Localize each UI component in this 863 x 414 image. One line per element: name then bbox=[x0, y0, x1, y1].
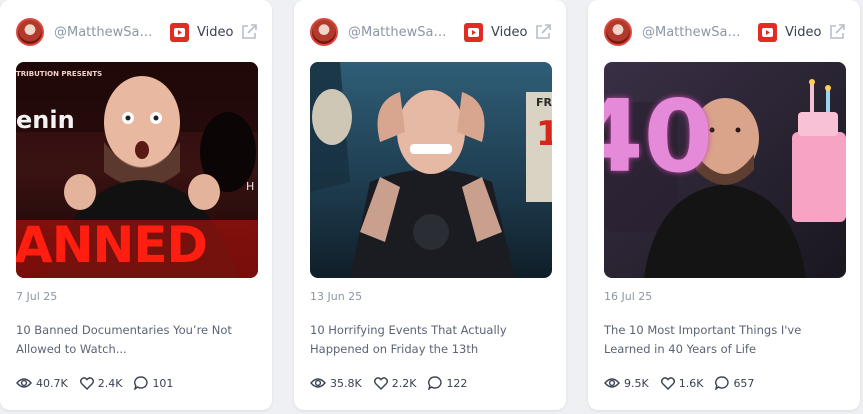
content-type-label: Video bbox=[197, 24, 234, 40]
post-card[interactable]: @MatthewSant... Video bbox=[294, 0, 566, 410]
views-stat: 9.5K bbox=[604, 377, 649, 390]
likes-stat: 2.2K bbox=[373, 376, 417, 390]
external-link-icon[interactable] bbox=[240, 23, 258, 41]
thumbnail-caption: H bbox=[246, 180, 255, 193]
post-card[interactable]: @MatthewSant... Video bbox=[0, 0, 272, 410]
post-date: 7 Jul 25 bbox=[16, 290, 58, 303]
views-stat: 40.7K bbox=[16, 377, 68, 390]
card-header: @MatthewSant... Video bbox=[310, 17, 552, 47]
comments-stat: 122 bbox=[428, 376, 467, 390]
views-count: 9.5K bbox=[624, 376, 649, 390]
external-link-icon[interactable] bbox=[828, 23, 846, 41]
likes-count: 2.4K bbox=[97, 376, 123, 390]
author-handle[interactable]: @MatthewSant... bbox=[54, 25, 160, 40]
avatar[interactable] bbox=[310, 18, 338, 46]
views-stat: 35.8K bbox=[310, 377, 362, 390]
content-type-label: Video bbox=[491, 24, 528, 40]
author-handle[interactable]: @MatthewSant... bbox=[642, 25, 748, 40]
heart-icon bbox=[373, 376, 388, 390]
thumbnail-caption: TRIBUTION PRESENTS bbox=[16, 70, 103, 78]
eye-icon bbox=[604, 378, 620, 388]
youtube-icon bbox=[170, 22, 189, 42]
comments-stat: 101 bbox=[134, 376, 173, 390]
post-date: 16 Jul 25 bbox=[604, 290, 653, 303]
eye-icon bbox=[310, 378, 326, 388]
comments-stat: 657 bbox=[715, 376, 754, 390]
content-type-label: Video bbox=[785, 24, 822, 40]
video-thumbnail[interactable]: FR 1 bbox=[310, 62, 552, 278]
video-thumbnail[interactable]: 40 bbox=[604, 62, 846, 278]
post-date: 13 Jun 25 bbox=[310, 290, 363, 303]
heart-icon bbox=[79, 376, 94, 390]
post-title[interactable]: 10 Horrifying Events That Actually Happe… bbox=[310, 321, 550, 359]
external-link-icon[interactable] bbox=[534, 23, 552, 41]
comments-count: 657 bbox=[733, 376, 755, 390]
youtube-icon bbox=[464, 22, 483, 42]
post-card[interactable]: @MatthewSant... Video 40 16 Jul 25 The 1… bbox=[588, 0, 860, 410]
card-header: @MatthewSant... Video bbox=[604, 17, 846, 47]
eye-icon bbox=[16, 378, 32, 388]
thumbnail-caption: FR bbox=[536, 96, 552, 109]
avatar[interactable] bbox=[16, 18, 44, 46]
likes-count: 1.6K bbox=[678, 376, 704, 390]
post-title[interactable]: The 10 Most Important Things I've Learne… bbox=[604, 321, 844, 359]
engagement-stats: 35.8K 2.2K 122 bbox=[310, 376, 479, 390]
author-handle[interactable]: @MatthewSant... bbox=[348, 25, 454, 40]
engagement-stats: 40.7K 2.4K 101 bbox=[16, 376, 185, 390]
comment-icon bbox=[428, 376, 443, 390]
engagement-stats: 9.5K 1.6K 657 bbox=[604, 376, 766, 390]
views-count: 35.8K bbox=[330, 376, 362, 390]
thumbnail-caption: 1 bbox=[536, 114, 552, 154]
heart-icon bbox=[660, 376, 675, 390]
thumbnail-caption: ANNED bbox=[16, 216, 208, 274]
thumbnail-caption: enin bbox=[16, 106, 75, 134]
views-count: 40.7K bbox=[36, 376, 68, 390]
thumbnail-caption: 40 bbox=[604, 78, 714, 195]
comments-count: 101 bbox=[152, 376, 174, 390]
youtube-icon bbox=[758, 22, 777, 42]
likes-count: 2.2K bbox=[391, 376, 417, 390]
card-header: @MatthewSant... Video bbox=[16, 17, 258, 47]
comment-icon bbox=[134, 376, 149, 390]
likes-stat: 1.6K bbox=[660, 376, 704, 390]
post-title[interactable]: 10 Banned Documentaries You’re Not Allow… bbox=[16, 321, 256, 359]
avatar[interactable] bbox=[604, 18, 632, 46]
comments-count: 122 bbox=[446, 376, 468, 390]
video-thumbnail[interactable]: TRIBUTION PRESENTS enin H ANNED bbox=[16, 62, 258, 278]
comment-icon bbox=[715, 376, 730, 390]
likes-stat: 2.4K bbox=[79, 376, 123, 390]
